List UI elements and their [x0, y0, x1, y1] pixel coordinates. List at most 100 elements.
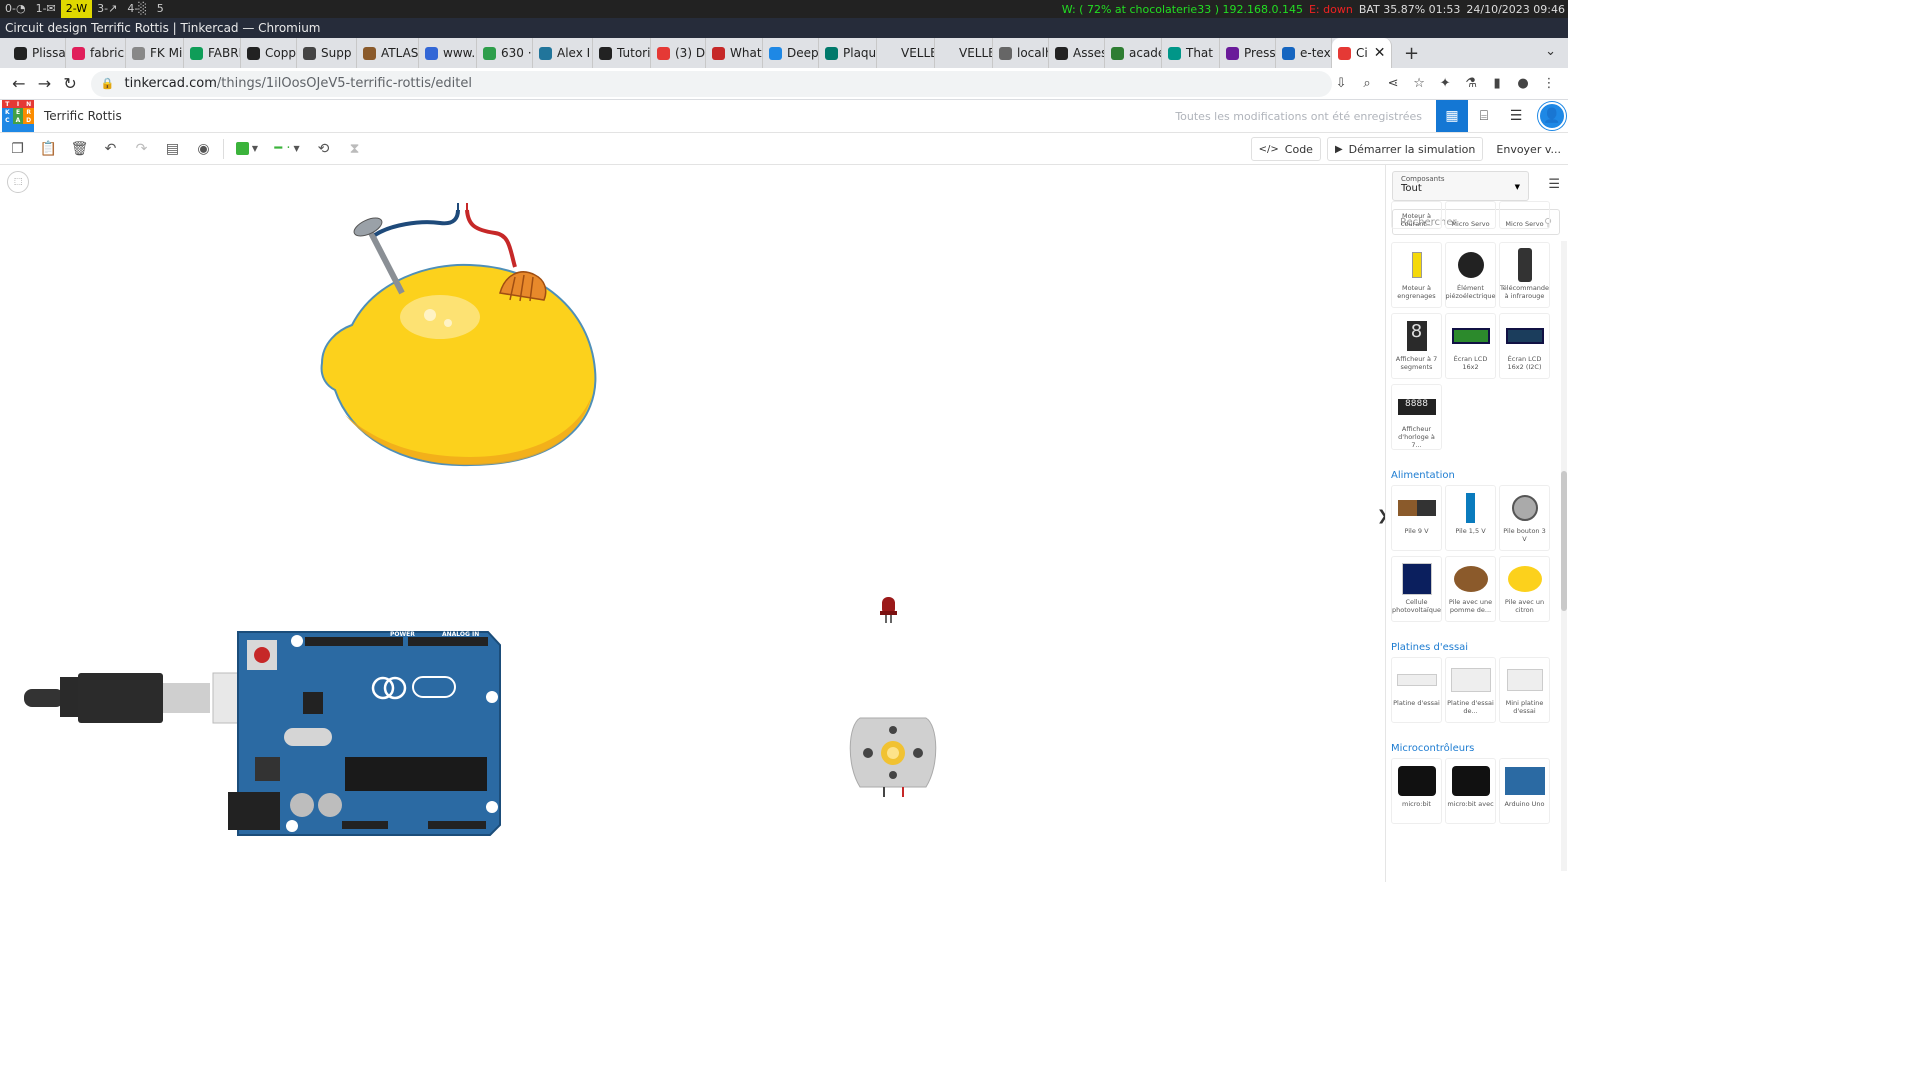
delete-button[interactable]: 🗑	[64, 135, 95, 163]
browser-tab[interactable]: Deep	[763, 38, 819, 68]
workspace-5[interactable]: 5	[152, 0, 169, 18]
browser-tab[interactable]: e-tex	[1276, 38, 1332, 68]
browser-tab[interactable]: Plaqu	[819, 38, 877, 68]
reload-icon[interactable]: ↻	[57, 74, 83, 93]
component-tile[interactable]: Pile 9 V	[1391, 485, 1442, 551]
browser-tab[interactable]: VELLE	[935, 38, 993, 68]
list-view-icon[interactable]: ☰	[1548, 177, 1560, 192]
component-tile[interactable]: 8 Afficheur à 7 segments	[1391, 313, 1442, 379]
notes-visibility-button[interactable]: ◉	[188, 135, 219, 163]
browser-tab[interactable]: Press	[1220, 38, 1276, 68]
close-tab-icon[interactable]: ✕	[1374, 45, 1386, 61]
browser-tab[interactable]: Plissa	[8, 38, 66, 68]
sidepanel-icon[interactable]: ▮	[1488, 76, 1506, 91]
forward-icon[interactable]: →	[32, 74, 58, 93]
circuit-view-button[interactable]: ▦	[1436, 100, 1468, 132]
color-picker[interactable]: ▼	[228, 135, 266, 163]
schematic-view-button[interactable]: ⌸	[1468, 100, 1500, 132]
design-title[interactable]: Terrific Rottis	[44, 109, 122, 123]
component-tile[interactable]: Arduino Uno	[1499, 758, 1550, 824]
extensions-icon[interactable]: ✦	[1436, 76, 1454, 91]
component-tile[interactable]: Micro Servo	[1445, 201, 1496, 229]
tab-label: That	[1186, 46, 1213, 60]
tinkercad-logo[interactable]: TIN KER CAD	[2, 100, 34, 132]
component-tile[interactable]: Élément piézoélectrique	[1445, 242, 1496, 308]
workspace-3[interactable]: 3-↗	[92, 0, 122, 18]
zoom-icon[interactable]: ⌕	[1358, 76, 1376, 91]
tab-search-icon[interactable]: ⌄	[1545, 44, 1556, 59]
flask-icon[interactable]: ⚗	[1462, 76, 1480, 91]
share-icon[interactable]: ⋖	[1384, 76, 1402, 91]
component-tile[interactable]: Cellule photovoltaïque	[1391, 556, 1442, 622]
component-tile[interactable]: micro:bit	[1391, 758, 1442, 824]
browser-tab[interactable]: fabric	[66, 38, 126, 68]
browser-tab[interactable]: Ci ✕	[1332, 38, 1392, 68]
redo-button[interactable]: ↷	[126, 135, 157, 163]
circuit-canvas[interactable]: ⬚ ARDUINO UNO DIGITAL (PWM~) POWER ANALO…	[0, 165, 1385, 882]
app-header: TIN KER CAD Terrific Rottis Toutes les mod…	[0, 100, 1568, 133]
browser-tab[interactable]: 630 ·	[477, 38, 533, 68]
browser-tab[interactable]: FK Mi	[126, 38, 184, 68]
component-tile[interactable]: Mini platine d'essai	[1499, 657, 1550, 723]
component-tile[interactable]: Écran LCD 16x2	[1445, 313, 1496, 379]
paste-button[interactable]: 📋	[33, 135, 64, 163]
bookmark-star-icon[interactable]: ☆	[1410, 76, 1428, 91]
copy-button[interactable]: ❐	[2, 135, 33, 163]
component-name: Pile 9 V	[1404, 527, 1429, 535]
start-simulation-button[interactable]: ▶ Démarrer la simulation	[1326, 137, 1484, 161]
browser-tab[interactable]: Coppe	[241, 38, 297, 68]
code-button[interactable]: </> Code	[1250, 137, 1321, 161]
component-tile[interactable]: 8888 Afficheur d'horloge à 7...	[1391, 384, 1442, 450]
copy-icon: ❐	[11, 140, 24, 157]
browser-tab[interactable]: localh	[993, 38, 1049, 68]
rotate-button[interactable]: ⟲	[308, 135, 339, 163]
new-tab-button[interactable]: +	[1392, 43, 1431, 64]
component-tile[interactable]: Écran LCD 16x2 (I2C)	[1499, 313, 1550, 379]
avatar[interactable]: 👤	[1538, 102, 1566, 130]
lock-icon[interactable]: 🔒	[101, 77, 115, 90]
send-button[interactable]: Envoyer v...	[1489, 137, 1568, 161]
workspace-0[interactable]: 0-◔	[0, 0, 31, 18]
component-tile[interactable]: Moteur à courant...	[1391, 201, 1442, 229]
sidebar-scrollbar[interactable]	[1561, 241, 1567, 871]
red-led[interactable]	[880, 597, 897, 623]
browser-tab[interactable]: What	[706, 38, 763, 68]
component-tile[interactable]: Pile 1,5 V	[1445, 485, 1496, 551]
notes-button[interactable]: ▤	[157, 135, 188, 163]
component-tile[interactable]: Pile bouton 3 V	[1499, 485, 1550, 551]
browser-tab[interactable]: VELLE	[877, 38, 935, 68]
component-tile[interactable]: Pile avec une pomme de...	[1445, 556, 1496, 622]
component-tile[interactable]: Platine d'essai de...	[1445, 657, 1496, 723]
undo-button[interactable]: ↶	[95, 135, 126, 163]
browser-tab[interactable]: Alex I	[533, 38, 593, 68]
back-icon[interactable]: ←	[6, 74, 32, 93]
arduino-uno-board[interactable]	[228, 631, 501, 836]
component-tile[interactable]: Micro Servo	[1499, 201, 1550, 229]
component-tile[interactable]: Moteur à engrenages	[1391, 242, 1442, 308]
browser-tab[interactable]: acade	[1105, 38, 1162, 68]
lemon-battery[interactable]	[320, 203, 597, 467]
install-icon[interactable]: ⇩	[1332, 76, 1350, 91]
component-tile[interactable]: Platine d'essai	[1391, 657, 1442, 723]
component-tile[interactable]: Pile avec un citron	[1499, 556, 1550, 622]
component-tile[interactable]: Télécommande à infrarouge	[1499, 242, 1550, 308]
component-tile[interactable]: micro:bit avec	[1445, 758, 1496, 824]
browser-tab[interactable]: Supp	[297, 38, 357, 68]
browser-tab[interactable]: www.	[419, 38, 477, 68]
browser-tab[interactable]: ATLAS	[357, 38, 419, 68]
browser-tab[interactable]: (3) D	[651, 38, 706, 68]
url-input[interactable]: 🔒 tinkercad.com/things/1ilOosOJeV5-terri…	[90, 70, 1333, 97]
browser-tab[interactable]: Tutori	[593, 38, 651, 68]
flip-button[interactable]: ⧗	[339, 135, 370, 163]
dc-motor[interactable]	[849, 717, 937, 797]
browser-tab[interactable]: FABRI	[184, 38, 241, 68]
profile-icon[interactable]: ●	[1514, 76, 1532, 91]
browser-tab[interactable]: That	[1162, 38, 1220, 68]
component-list-button[interactable]: ☰	[1500, 100, 1532, 132]
workspace-2[interactable]: 2-W	[60, 0, 93, 18]
menu-kebab-icon[interactable]: ⋮	[1540, 76, 1558, 91]
browser-tab[interactable]: Asses	[1049, 38, 1105, 68]
workspace-4[interactable]: 4-░	[122, 0, 151, 18]
workspace-1[interactable]: 1-✉	[31, 0, 61, 18]
wire-style-picker[interactable]: ━ · ▼	[266, 135, 308, 163]
